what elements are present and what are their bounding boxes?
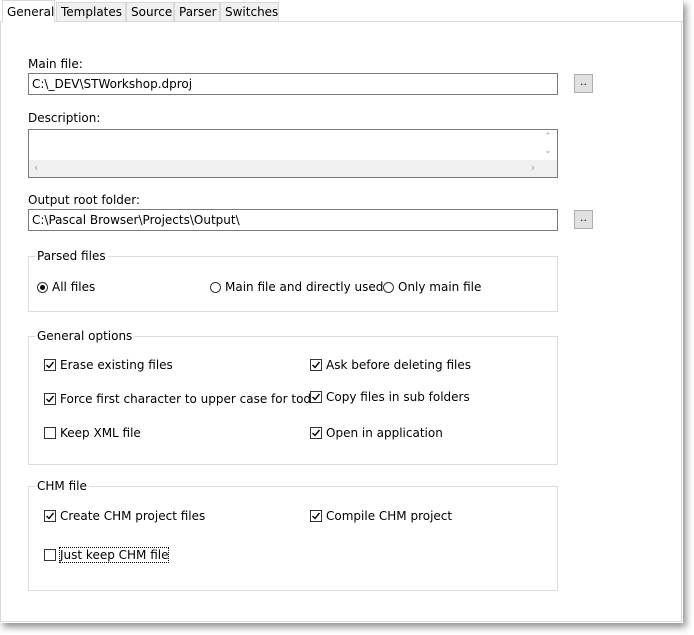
tab-source[interactable]: Source <box>126 2 174 21</box>
main-file-browse-button[interactable]: .. <box>574 74 593 93</box>
radio-label: Main file and directly used <box>225 280 384 294</box>
checkbox-just-keep-chm-file[interactable]: Just keep CHM file <box>44 547 170 563</box>
description-label: Description: <box>28 111 101 125</box>
checkbox-copy-files-sub-folders[interactable]: Copy files in sub folders <box>310 389 470 405</box>
parsed-files-group: Parsed files All files Main file and dir… <box>28 249 558 312</box>
general-panel: Main file: C:\_DEV\STWorkshop.dproj .. D… <box>0 22 682 622</box>
checkbox-label: Create CHM project files <box>60 509 206 523</box>
radio-label: Only main file <box>398 280 482 294</box>
description-memo[interactable]: ⌃ ⌄ ‹ › <box>28 129 558 178</box>
checkbox-label: Force first character to upper case for … <box>60 392 319 406</box>
tab-general[interactable]: General <box>2 0 55 22</box>
description-horizontal-scrollbar[interactable]: ‹ › <box>29 160 540 177</box>
checkbox-create-chm-project-files[interactable]: Create CHM project files <box>44 508 205 524</box>
main-file-input[interactable]: C:\_DEV\STWorkshop.dproj <box>28 73 558 95</box>
checkbox-unchecked-icon[interactable] <box>44 549 56 561</box>
checkbox-checked-icon[interactable] <box>310 391 322 403</box>
radio-all-files[interactable]: All files <box>37 279 95 295</box>
options-window: General Templates Source Parser Switches… <box>0 0 683 623</box>
output-root-browse-button[interactable]: .. <box>574 210 593 229</box>
checkbox-keep-xml-file[interactable]: Keep XML file <box>44 425 141 441</box>
tab-bar: General Templates Source Parser Switches <box>0 0 683 22</box>
radio-only-main-file[interactable]: Only main file <box>383 279 481 295</box>
tab-templates[interactable]: Templates <box>56 2 126 21</box>
radio-label: All files <box>52 280 96 294</box>
checkbox-checked-icon[interactable] <box>310 359 322 371</box>
checkbox-label: Open in application <box>326 426 443 440</box>
scroll-left-icon[interactable]: ‹ <box>34 162 38 173</box>
checkbox-checked-icon[interactable] <box>44 393 56 405</box>
radio-main-and-directly-used[interactable]: Main file and directly used <box>210 279 383 295</box>
scrollbar-corner <box>540 160 557 177</box>
scroll-up-icon[interactable]: ⌃ <box>544 132 552 142</box>
general-options-title: General options <box>35 329 135 343</box>
chm-file-title: CHM file <box>35 479 89 493</box>
checkbox-label: Compile CHM project <box>326 509 453 523</box>
radio-button-icon[interactable] <box>210 281 221 293</box>
checkbox-checked-icon[interactable] <box>44 510 56 522</box>
checkbox-unchecked-icon[interactable] <box>44 427 56 439</box>
scroll-right-icon[interactable]: › <box>531 162 535 173</box>
checkbox-force-upper-case-todo[interactable]: Force first character to upper case for … <box>44 391 318 407</box>
checkbox-checked-icon[interactable] <box>44 359 56 371</box>
tab-parser[interactable]: Parser <box>174 2 220 21</box>
output-root-input[interactable]: C:\Pascal Browser\Projects\Output\ <box>28 209 558 231</box>
checkbox-label: Keep XML file <box>60 426 141 440</box>
general-options-group: General options Erase existing files Ask… <box>28 329 558 465</box>
checkbox-open-in-application[interactable]: Open in application <box>310 425 443 441</box>
checkbox-erase-existing-files[interactable]: Erase existing files <box>44 357 173 373</box>
description-vertical-scrollbar[interactable]: ⌃ ⌄ <box>540 130 557 161</box>
checkbox-label: Ask before deleting files <box>326 358 471 372</box>
checkbox-ask-before-deleting[interactable]: Ask before deleting files <box>310 357 471 373</box>
radio-button-icon[interactable] <box>37 281 48 293</box>
checkbox-label: Just keep CHM file <box>58 547 170 563</box>
tab-switches[interactable]: Switches <box>220 2 279 21</box>
output-root-label: Output root folder: <box>28 193 141 207</box>
checkbox-label: Copy files in sub folders <box>326 390 470 404</box>
main-file-label: Main file: <box>28 57 83 71</box>
checkbox-label: Erase existing files <box>60 358 173 372</box>
checkbox-checked-icon[interactable] <box>310 510 322 522</box>
checkbox-compile-chm-project[interactable]: Compile CHM project <box>310 508 452 524</box>
radio-button-icon[interactable] <box>383 281 394 293</box>
scroll-down-icon[interactable]: ⌄ <box>544 146 552 156</box>
checkbox-checked-icon[interactable] <box>310 427 322 439</box>
parsed-files-title: Parsed files <box>35 249 108 263</box>
chm-file-group: CHM file Create CHM project files Compil… <box>28 479 558 591</box>
